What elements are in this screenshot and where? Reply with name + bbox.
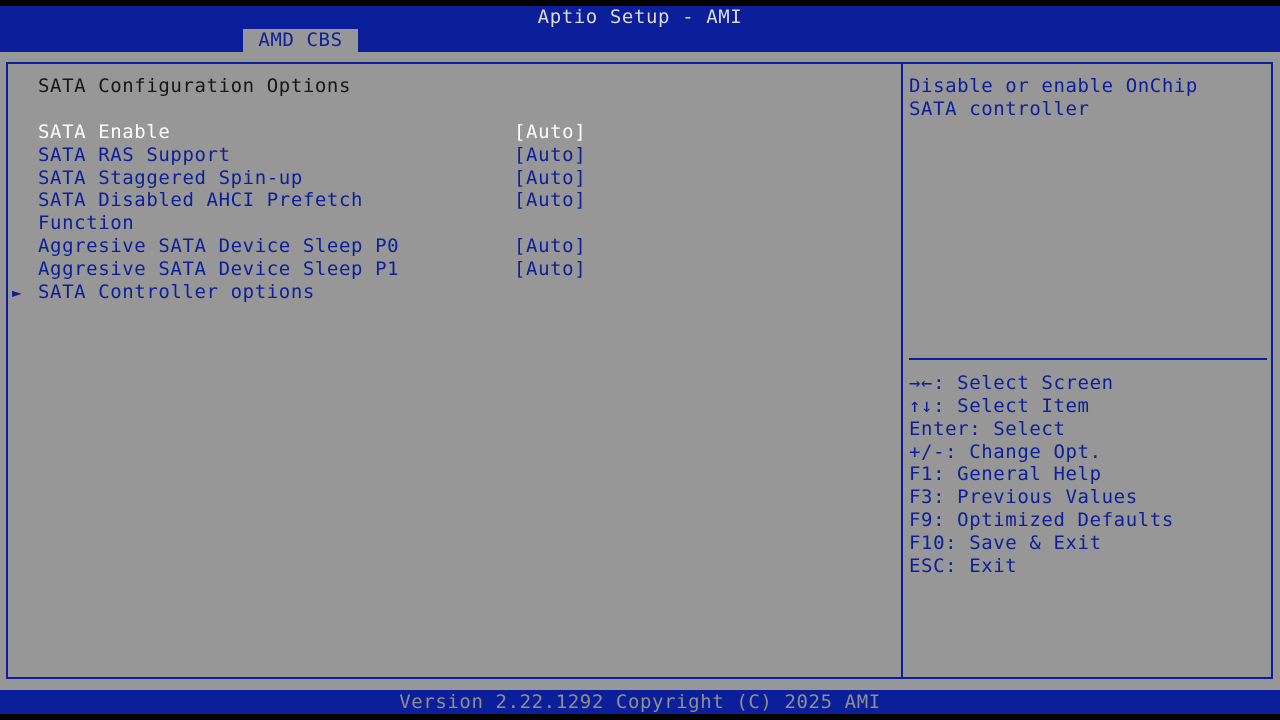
option-sata-ras-support[interactable]: SATA RAS Support: [38, 144, 231, 167]
key-hint-enter: Enter: Select: [909, 418, 1066, 440]
option-sata-staggered-spinup[interactable]: SATA Staggered Spin-up: [38, 167, 303, 190]
key-hint-select-item: ↑↓: Select Item: [909, 395, 1090, 417]
version-text: Version 2.22.1292 Copyright (C) 2025 AMI: [399, 691, 881, 713]
help-separator: [909, 358, 1267, 360]
key-hint-esc-exit: ESC: Exit: [909, 555, 1018, 577]
key-hint-optimized-defaults: F9: Optimized Defaults: [909, 509, 1174, 531]
key-hint-select-screen: →←: Select Screen: [909, 372, 1114, 394]
option-sata-disabled-ahci-prefetch-value[interactable]: [Auto]: [514, 189, 586, 212]
submenu-sata-controller-options[interactable]: SATA Controller options: [38, 281, 315, 304]
submenu-arrow-icon: ►: [12, 283, 23, 302]
help-text-line1: Disable or enable OnChip: [909, 75, 1198, 97]
key-hint-previous-values: F3: Previous Values: [909, 486, 1138, 508]
key-hint-change-opt: +/-: Change Opt.: [909, 441, 1102, 463]
tab-amd-cbs[interactable]: AMD CBS: [243, 29, 358, 52]
option-sata-staggered-spinup-value[interactable]: [Auto]: [514, 167, 586, 190]
option-sata-enable[interactable]: SATA Enable: [38, 121, 170, 144]
panel-divider: [901, 62, 903, 679]
help-text-line2: SATA controller: [909, 98, 1090, 120]
key-hint-save-exit: F10: Save & Exit: [909, 532, 1102, 554]
option-sata-disabled-ahci-prefetch[interactable]: SATA Disabled AHCI Prefetch: [38, 189, 363, 212]
option-sata-disabled-ahci-prefetch-line2[interactable]: Function: [38, 212, 134, 235]
option-aggresive-sleep-p1-value[interactable]: [Auto]: [514, 258, 586, 281]
option-aggresive-sleep-p0-value[interactable]: [Auto]: [514, 235, 586, 258]
option-sata-ras-support-value[interactable]: [Auto]: [514, 144, 586, 167]
key-hint-general-help: F1: General Help: [909, 463, 1102, 485]
option-aggresive-sleep-p0[interactable]: Aggresive SATA Device Sleep P0: [38, 235, 399, 258]
app-title: Aptio Setup - AMI: [537, 6, 743, 28]
option-aggresive-sleep-p1[interactable]: Aggresive SATA Device Sleep P1: [38, 258, 399, 281]
option-sata-enable-value[interactable]: [Auto]: [514, 121, 586, 144]
section-title: SATA Configuration Options: [38, 75, 352, 97]
